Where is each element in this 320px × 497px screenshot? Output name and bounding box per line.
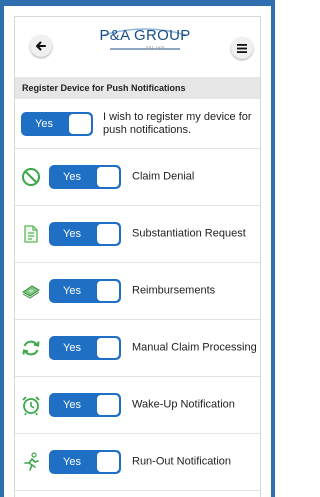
reimbursements-label: Reimbursements: [132, 284, 216, 297]
document-icon: [20, 223, 42, 245]
back-button[interactable]: [30, 35, 52, 57]
toggle-label: Yes: [63, 456, 81, 468]
toggle-label: Yes: [63, 399, 81, 411]
run-out-notification-label: Run-Out Notification: [132, 455, 232, 468]
wake-up-notification-label: Wake-Up Notification: [132, 398, 235, 411]
reimbursements-row: Yes Reimbursements: [15, 263, 260, 320]
claim-denial-row: Yes Claim Denial: [15, 149, 260, 206]
toggle-knob: [97, 338, 119, 358]
toggle-label: Yes: [63, 228, 81, 240]
hamburger-menu-icon: [237, 43, 247, 53]
register-device-row: Yes I wish to register my device for pus…: [15, 99, 260, 149]
refresh-icon: [20, 337, 42, 359]
reimbursements-toggle[interactable]: Yes: [49, 279, 121, 303]
toggle-label: Yes: [63, 285, 81, 297]
toggle-label: Yes: [63, 171, 81, 183]
manual-claim-processing-label: Manual Claim Processing: [132, 341, 257, 354]
money-icon: [20, 280, 42, 302]
arrow-left-icon: [35, 40, 47, 52]
run-out-notification-toggle[interactable]: Yes: [49, 450, 121, 474]
app-frame: P&A GROUP EST. 1975 Register Device for …: [0, 0, 275, 497]
claim-denial-label: Claim Denial: [132, 170, 195, 183]
wake-up-notification-row: Yes Wake-Up Notification: [15, 377, 260, 434]
toggle-knob: [97, 395, 119, 415]
logo-text: P&A GROUP: [99, 27, 191, 44]
claim-denial-toggle[interactable]: Yes: [49, 165, 121, 189]
content-panel: P&A GROUP EST. 1975 Register Device for …: [14, 16, 261, 497]
toggle-label: Yes: [35, 117, 53, 130]
wake-up-notification-toggle[interactable]: Yes: [49, 393, 121, 417]
section-title: Register Device for Push Notifications: [15, 77, 260, 99]
header: P&A GROUP EST. 1975: [15, 17, 260, 77]
manual-claim-processing-row: Yes Manual Claim Processing: [15, 320, 260, 377]
substantiation-request-label: Substantiation Request: [132, 227, 246, 240]
running-person-icon: [20, 451, 42, 473]
toggle-knob: [97, 224, 119, 244]
logo-subtext: EST. 1975: [146, 45, 165, 50]
toggle-knob: [97, 281, 119, 301]
alarm-clock-icon: [20, 394, 42, 416]
menu-button[interactable]: [231, 37, 253, 59]
prohibited-icon: [20, 166, 42, 188]
toggle-knob: [97, 452, 119, 472]
toggle-knob: [69, 113, 91, 134]
toggle-label: Yes: [63, 342, 81, 354]
register-device-label: I wish to register my device for push no…: [103, 110, 252, 136]
manual-claim-processing-toggle[interactable]: Yes: [49, 336, 121, 360]
run-out-notification-row: Yes Run-Out Notification: [15, 434, 260, 491]
toggle-knob: [97, 167, 119, 187]
substantiation-request-row: Yes Substantiation Request: [15, 206, 260, 263]
substantiation-request-toggle[interactable]: Yes: [49, 222, 121, 246]
company-logo: P&A GROUP EST. 1975: [90, 25, 200, 55]
register-device-toggle[interactable]: Yes: [21, 111, 93, 136]
